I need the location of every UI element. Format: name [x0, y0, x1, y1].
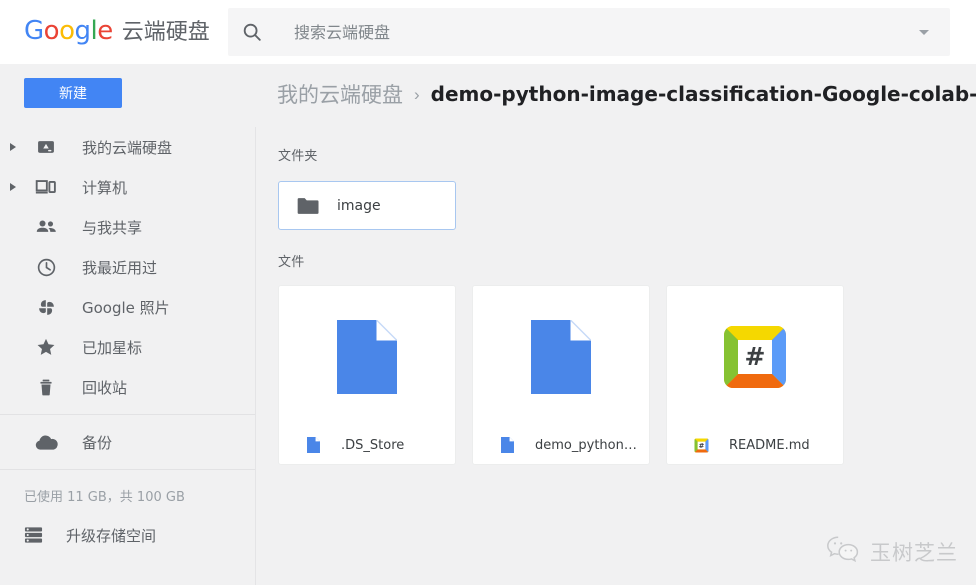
- storage-usage-text: 已使用 11 GB，共 100 GB: [24, 490, 185, 505]
- expand-arrow-icon[interactable]: [0, 127, 26, 167]
- blue-document-icon: [303, 437, 323, 453]
- sidebar-item-recent[interactable]: 我最近用过: [0, 247, 255, 287]
- breadcrumb: 我的云端硬盘 › demo-python-image-classificatio…: [277, 75, 976, 113]
- clock-icon: [26, 247, 66, 287]
- file-card-footer: .DS_Store: [279, 426, 455, 464]
- watermark: 玉树芝兰: [826, 535, 958, 569]
- search-input[interactable]: [276, 22, 898, 42]
- product-name: 云端硬盘: [121, 20, 210, 45]
- file-card[interactable]: .DS_Store: [278, 285, 456, 465]
- upgrade-storage-label: 升级存储空间: [66, 526, 157, 545]
- storage-stack-icon: [0, 515, 66, 555]
- file-thumbnail: #: [667, 286, 843, 428]
- search-bar[interactable]: [228, 8, 950, 56]
- sidebar-item-label: 回收站: [82, 378, 128, 397]
- markdown-icon: #: [724, 326, 786, 388]
- file-card[interactable]: demo_python_i...: [472, 285, 650, 465]
- logo-letter-e: e: [97, 16, 113, 46]
- sidebar-item-computers[interactable]: 计算机: [0, 167, 255, 207]
- breadcrumb-root[interactable]: 我的云端硬盘: [277, 79, 403, 109]
- watermark-text: 玉树芝兰: [870, 541, 958, 565]
- no-arrow-spacer: [0, 367, 26, 407]
- file-name: demo_python_i...: [535, 437, 639, 453]
- sidebar-item-label: 已加星标: [82, 338, 143, 357]
- search-icon: [228, 8, 276, 56]
- file-card[interactable]: # # README.md: [666, 285, 844, 465]
- google-logo: Google: [24, 16, 113, 46]
- folder-icon: [279, 196, 337, 216]
- logo-letter-o1: o: [43, 16, 60, 46]
- breadcrumb-separator: ›: [414, 84, 420, 104]
- no-arrow-spacer: [0, 422, 26, 462]
- sidebar-divider-top: [0, 414, 255, 415]
- sidebar-item-trash[interactable]: 回收站: [0, 367, 255, 407]
- logo-letter-G: G: [24, 16, 44, 46]
- sidebar-item-my-drive[interactable]: 我的云端硬盘: [0, 127, 255, 167]
- sidebar-item-google-photos[interactable]: Google 照片: [0, 287, 255, 327]
- file-card-footer: # README.md: [667, 426, 843, 464]
- wechat-icon: [826, 535, 860, 569]
- files-section-label: 文件: [278, 255, 305, 270]
- sidebar-item-backup[interactable]: 备份: [0, 422, 255, 462]
- google-drive-window: Google 云端硬盘 新建 我的云端硬盘 › demo-python-imag…: [0, 0, 976, 585]
- no-arrow-spacer: [0, 207, 26, 247]
- no-arrow-spacer: [0, 327, 26, 367]
- expand-arrow-icon[interactable]: [0, 167, 26, 207]
- top-bar: Google 云端硬盘: [0, 0, 976, 64]
- upgrade-storage-button[interactable]: 升级存储空间: [0, 515, 255, 555]
- sidebar-item-shared-with-me[interactable]: 与我共享: [0, 207, 255, 247]
- svg-text:#: #: [698, 441, 704, 449]
- computer-icon: [26, 167, 66, 207]
- markdown-glyph: #: [745, 342, 766, 371]
- file-name: README.md: [729, 437, 810, 453]
- cloud-icon: [26, 422, 66, 462]
- search-options-chevron-down-icon[interactable]: [898, 8, 950, 56]
- sidebar: 我的云端硬盘 计算机 与我共享 我最近用过 Google 照片 已加星标 回收站…: [0, 127, 256, 585]
- drive-icon: [26, 127, 66, 167]
- file-card-footer: demo_python_i...: [473, 426, 649, 464]
- no-arrow-spacer: [0, 287, 26, 327]
- blue-document-icon: [497, 437, 517, 453]
- sidebar-item-starred[interactable]: 已加星标: [0, 327, 255, 367]
- sidebar-item-label: 计算机: [82, 178, 128, 197]
- star-icon: [26, 327, 66, 367]
- file-thumbnail: [473, 286, 649, 428]
- folder-name: image: [337, 197, 381, 214]
- sidebar-item-label: 我的云端硬盘: [82, 138, 173, 157]
- main-content: 文件夹 image 文件 .DS_Store demo_python_i... …: [257, 127, 976, 585]
- trash-icon: [26, 367, 66, 407]
- sidebar-item-label: 我最近用过: [82, 258, 158, 277]
- people-icon: [26, 207, 66, 247]
- sidebar-item-label: 与我共享: [82, 218, 143, 237]
- folder-card-image[interactable]: image: [278, 181, 456, 230]
- no-arrow-spacer: [0, 247, 26, 287]
- logo-letter-o2: o: [59, 16, 75, 46]
- markdown-icon: #: [691, 437, 711, 453]
- blue-document-icon: [337, 320, 397, 394]
- brand[interactable]: Google 云端硬盘: [24, 16, 210, 48]
- file-thumbnail: [279, 286, 455, 428]
- breadcrumb-current-folder[interactable]: demo-python-image-classification-Google-…: [431, 82, 976, 106]
- photos-pinwheel-icon: [26, 287, 66, 327]
- logo-letter-g: g: [74, 16, 92, 46]
- sidebar-divider-bottom: [0, 469, 255, 470]
- folders-section-label: 文件夹: [278, 149, 318, 164]
- sidebar-item-label: Google 照片: [82, 298, 170, 317]
- new-button[interactable]: 新建: [24, 78, 122, 108]
- blue-document-icon: [531, 320, 591, 394]
- file-name: .DS_Store: [341, 437, 405, 453]
- sidebar-item-label: 备份: [82, 433, 113, 452]
